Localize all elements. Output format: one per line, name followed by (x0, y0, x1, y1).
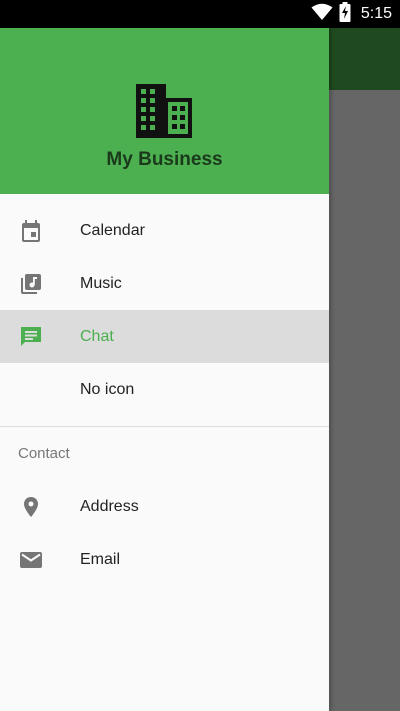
menu-item-email[interactable]: Email (0, 533, 329, 586)
contact-menu: Address Email (0, 480, 329, 586)
status-time: 5:15 (360, 5, 392, 22)
menu-item-label: No icon (80, 380, 135, 398)
menu-item-address[interactable]: Address (0, 480, 329, 533)
navigation-drawer: My Business Calendar Music Chat No icon … (0, 28, 329, 711)
battery-charging-icon (339, 2, 351, 26)
menu-item-label: Address (80, 497, 139, 515)
menu-item-label: Music (80, 274, 122, 292)
drawer-menu: Calendar Music Chat No icon (0, 194, 329, 416)
menu-item-label: Email (80, 550, 121, 568)
music-library-icon (19, 272, 43, 296)
location-pin-icon (19, 495, 43, 519)
drawer-header: My Business (0, 28, 329, 194)
menu-item-no-icon[interactable]: No icon (0, 363, 329, 416)
wifi-icon (311, 3, 333, 25)
status-icons: 5:15 (311, 0, 392, 28)
section-title-contact: Contact (18, 445, 70, 462)
status-bar: 5:15 (0, 0, 400, 28)
menu-item-label: Calendar (80, 221, 145, 239)
menu-item-music[interactable]: Music (0, 257, 329, 310)
building-icon (134, 84, 194, 138)
menu-item-calendar[interactable]: Calendar (0, 204, 329, 257)
calendar-icon (19, 219, 43, 243)
email-icon (19, 548, 43, 572)
menu-item-label: Chat (80, 327, 114, 345)
menu-item-chat[interactable]: Chat (0, 310, 329, 363)
chat-icon (19, 325, 43, 349)
drawer-title: My Business (106, 149, 223, 170)
